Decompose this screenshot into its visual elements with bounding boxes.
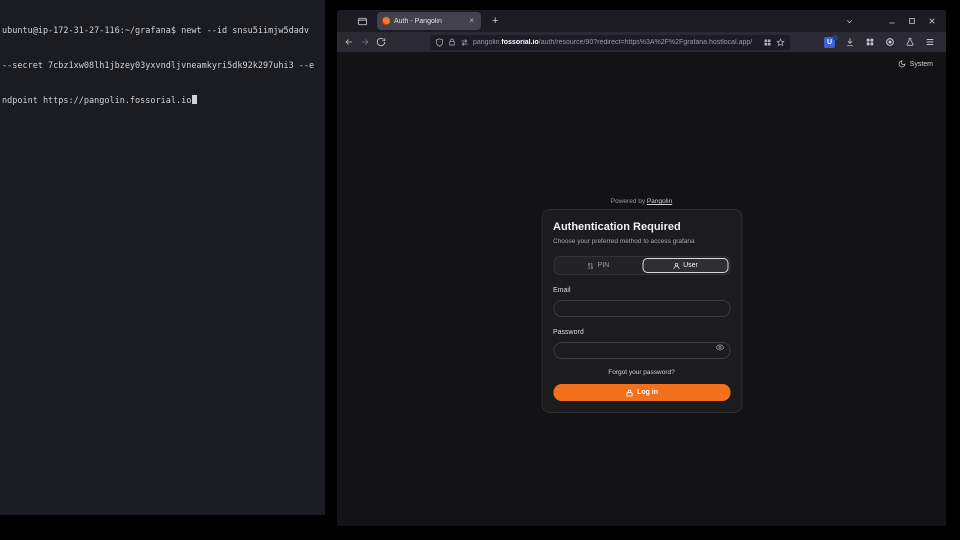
eye-icon[interactable] bbox=[715, 343, 724, 352]
tracking-protection-shield-icon[interactable] bbox=[435, 38, 444, 47]
tab-user-label: User bbox=[683, 262, 698, 269]
tab-pin-label: PIN bbox=[598, 262, 610, 269]
permissions-switch-icon[interactable] bbox=[460, 38, 469, 47]
moon-icon bbox=[898, 60, 906, 68]
bookmark-star-icon[interactable] bbox=[776, 38, 785, 47]
tab-close-icon[interactable]: × bbox=[467, 16, 476, 26]
login-button[interactable]: Log in bbox=[553, 384, 730, 401]
url-bar[interactable]: pangolin.fossorial.io/auth/resource/90?r… bbox=[430, 35, 790, 50]
browser-window: Auth - Pangolin × + bbox=[337, 10, 946, 526]
theme-toggle[interactable]: System bbox=[898, 60, 933, 68]
url-path: /auth/resource/90?redirect=https%3A%2F%2… bbox=[539, 39, 752, 46]
terminal-line: --secret 7cbz1xw08lh1jbzey03yxvndljvneam… bbox=[2, 61, 323, 73]
terminal-line-text: ndpoint https://pangolin.fossorial.io bbox=[2, 96, 191, 106]
powered-by-text: Powered by bbox=[611, 198, 645, 205]
login-button-label: Log in bbox=[637, 389, 658, 396]
url-subdomain: pangolin. bbox=[473, 39, 501, 46]
extension-icon[interactable]: U bbox=[824, 37, 835, 48]
extensions-grid-icon[interactable] bbox=[865, 37, 875, 47]
forward-icon[interactable] bbox=[360, 37, 370, 47]
firefox-view-icon[interactable] bbox=[357, 16, 368, 27]
url-text[interactable]: pangolin.fossorial.io/auth/resource/90?r… bbox=[473, 39, 759, 46]
pangolin-link[interactable]: Pangolin bbox=[647, 198, 672, 205]
browser-tab-bar: Auth - Pangolin × + bbox=[337, 10, 946, 32]
window-close-button[interactable] bbox=[928, 17, 936, 25]
browser-toolbar: pangolin.fossorial.io/auth/resource/90?r… bbox=[337, 32, 946, 52]
powered-by: Powered by Pangolin bbox=[337, 198, 946, 205]
downloads-icon[interactable] bbox=[845, 37, 855, 47]
theme-toggle-label: System bbox=[910, 61, 933, 68]
tab-user[interactable]: User bbox=[642, 258, 728, 273]
pangolin-favicon bbox=[382, 17, 390, 25]
email-field[interactable] bbox=[553, 300, 730, 317]
container-grid-icon[interactable] bbox=[763, 38, 772, 47]
terminal-line: ubuntu@ip-172-31-27-116:~/grafana$ newt … bbox=[2, 26, 323, 38]
auth-page: System Powered by Pangolin Authenticatio… bbox=[337, 52, 946, 526]
auth-card: Authentication Required Choose your pref… bbox=[541, 209, 742, 413]
extension-letter: U bbox=[827, 39, 832, 46]
password-field[interactable] bbox=[553, 342, 730, 359]
terminal-cursor bbox=[192, 95, 197, 104]
flask-extension-icon[interactable] bbox=[905, 37, 915, 47]
forgot-password-link[interactable]: Forgot your password? bbox=[553, 369, 730, 376]
lock-icon bbox=[625, 389, 633, 397]
back-icon[interactable] bbox=[344, 37, 354, 47]
terminal-line: ndpoint https://pangolin.fossorial.io bbox=[2, 95, 323, 108]
user-icon bbox=[672, 262, 680, 270]
terminal-window[interactable]: ubuntu@ip-172-31-27-116:~/grafana$ newt … bbox=[0, 0, 325, 515]
auth-method-tabs: PIN User bbox=[553, 256, 730, 275]
extension-badge bbox=[833, 35, 838, 40]
binary-icon bbox=[587, 262, 595, 270]
card-subtitle: Choose your preferred method to access g… bbox=[553, 238, 730, 245]
menu-hamburger-icon[interactable] bbox=[925, 37, 935, 47]
circle-extension-icon[interactable] bbox=[885, 37, 895, 47]
window-maximize-button[interactable] bbox=[908, 17, 916, 25]
card-title: Authentication Required bbox=[553, 221, 730, 234]
tab-pin[interactable]: PIN bbox=[555, 258, 641, 273]
email-label: Email bbox=[553, 287, 730, 294]
tab-title: Auth - Pangolin bbox=[394, 18, 467, 25]
reload-icon[interactable] bbox=[376, 37, 386, 47]
new-tab-button[interactable]: + bbox=[489, 16, 501, 27]
window-minimize-button[interactable] bbox=[888, 17, 896, 25]
tabs-dropdown-icon[interactable] bbox=[845, 17, 854, 26]
password-label: Password bbox=[553, 329, 730, 336]
lock-icon[interactable] bbox=[448, 38, 456, 46]
tab-auth-pangolin[interactable]: Auth - Pangolin × bbox=[377, 12, 481, 30]
url-domain: fossorial.io bbox=[501, 39, 538, 46]
